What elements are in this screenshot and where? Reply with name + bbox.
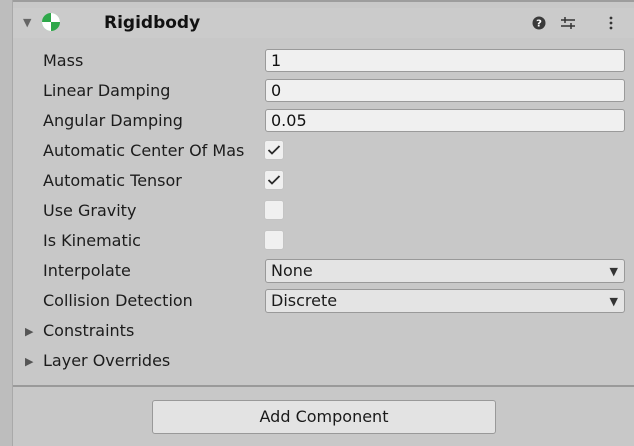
angular-damping-row: Angular Damping 0.05: [13, 106, 634, 136]
foldout-arrow-icon: ▶: [25, 325, 34, 338]
left-panel-strip: [0, 0, 13, 446]
use-gravity-checkbox[interactable]: [264, 200, 284, 220]
component-title: Rigidbody: [104, 13, 201, 33]
top-border: [13, 0, 634, 2]
linear-damping-row: Linear Damping 0: [13, 76, 634, 106]
inspector-panel: ▼ Rigidbody ? Mass 1 Linear Damping 0 An…: [13, 0, 634, 446]
angular-damping-label: Angular Damping: [43, 111, 183, 130]
svg-text:?: ?: [536, 19, 542, 30]
help-icon[interactable]: ?: [530, 14, 548, 32]
auto-center-row: Automatic Center Of Mas: [13, 136, 634, 166]
collision-detection-dropdown[interactable]: Discrete ▼: [265, 289, 625, 313]
mass-field[interactable]: 1: [265, 49, 625, 72]
layer-overrides-foldout[interactable]: ▶ Layer Overrides: [13, 346, 634, 376]
use-gravity-row: Use Gravity: [13, 196, 634, 226]
collision-detection-value: Discrete: [271, 291, 338, 310]
is-kinematic-row: Is Kinematic: [13, 226, 634, 256]
angular-damping-field[interactable]: 0.05: [265, 109, 625, 132]
dropdown-arrow-icon: ▼: [609, 265, 618, 278]
preset-icon[interactable]: [558, 14, 578, 32]
is-kinematic-checkbox[interactable]: [264, 230, 284, 250]
constraints-label: Constraints: [43, 321, 135, 340]
auto-tensor-checkbox[interactable]: [264, 170, 284, 190]
interpolate-row: Interpolate None ▼: [13, 256, 634, 286]
linear-damping-label: Linear Damping: [43, 81, 171, 100]
collision-detection-label: Collision Detection: [43, 291, 193, 310]
constraints-foldout[interactable]: ▶ Constraints: [13, 316, 634, 346]
foldout-arrow-icon: ▶: [25, 355, 34, 368]
component-header[interactable]: ▼ Rigidbody ?: [13, 8, 634, 38]
kebab-menu-icon[interactable]: [606, 14, 616, 32]
auto-tensor-label: Automatic Tensor: [43, 171, 182, 190]
checkmark-icon: [267, 145, 281, 155]
layer-overrides-label: Layer Overrides: [43, 351, 171, 370]
inspector-footer: Add Component: [13, 387, 634, 446]
auto-tensor-row: Automatic Tensor: [13, 166, 634, 196]
checkmark-icon: [267, 175, 281, 185]
add-component-button[interactable]: Add Component: [152, 400, 496, 434]
fold-arrow-icon[interactable]: ▼: [23, 16, 35, 30]
interpolate-label: Interpolate: [43, 261, 131, 280]
interpolate-value: None: [271, 261, 313, 280]
dropdown-arrow-icon: ▼: [609, 295, 618, 308]
mass-label: Mass: [43, 51, 84, 70]
linear-damping-field[interactable]: 0: [265, 79, 625, 102]
auto-center-checkbox[interactable]: [264, 140, 284, 160]
use-gravity-label: Use Gravity: [43, 201, 137, 220]
collision-detection-row: Collision Detection Discrete ▼: [13, 286, 634, 316]
mass-row: Mass 1: [13, 46, 634, 76]
rigidbody-icon: [42, 13, 60, 31]
is-kinematic-label: Is Kinematic: [43, 231, 141, 250]
interpolate-dropdown[interactable]: None ▼: [265, 259, 625, 283]
auto-center-label: Automatic Center Of Mas: [43, 141, 245, 160]
